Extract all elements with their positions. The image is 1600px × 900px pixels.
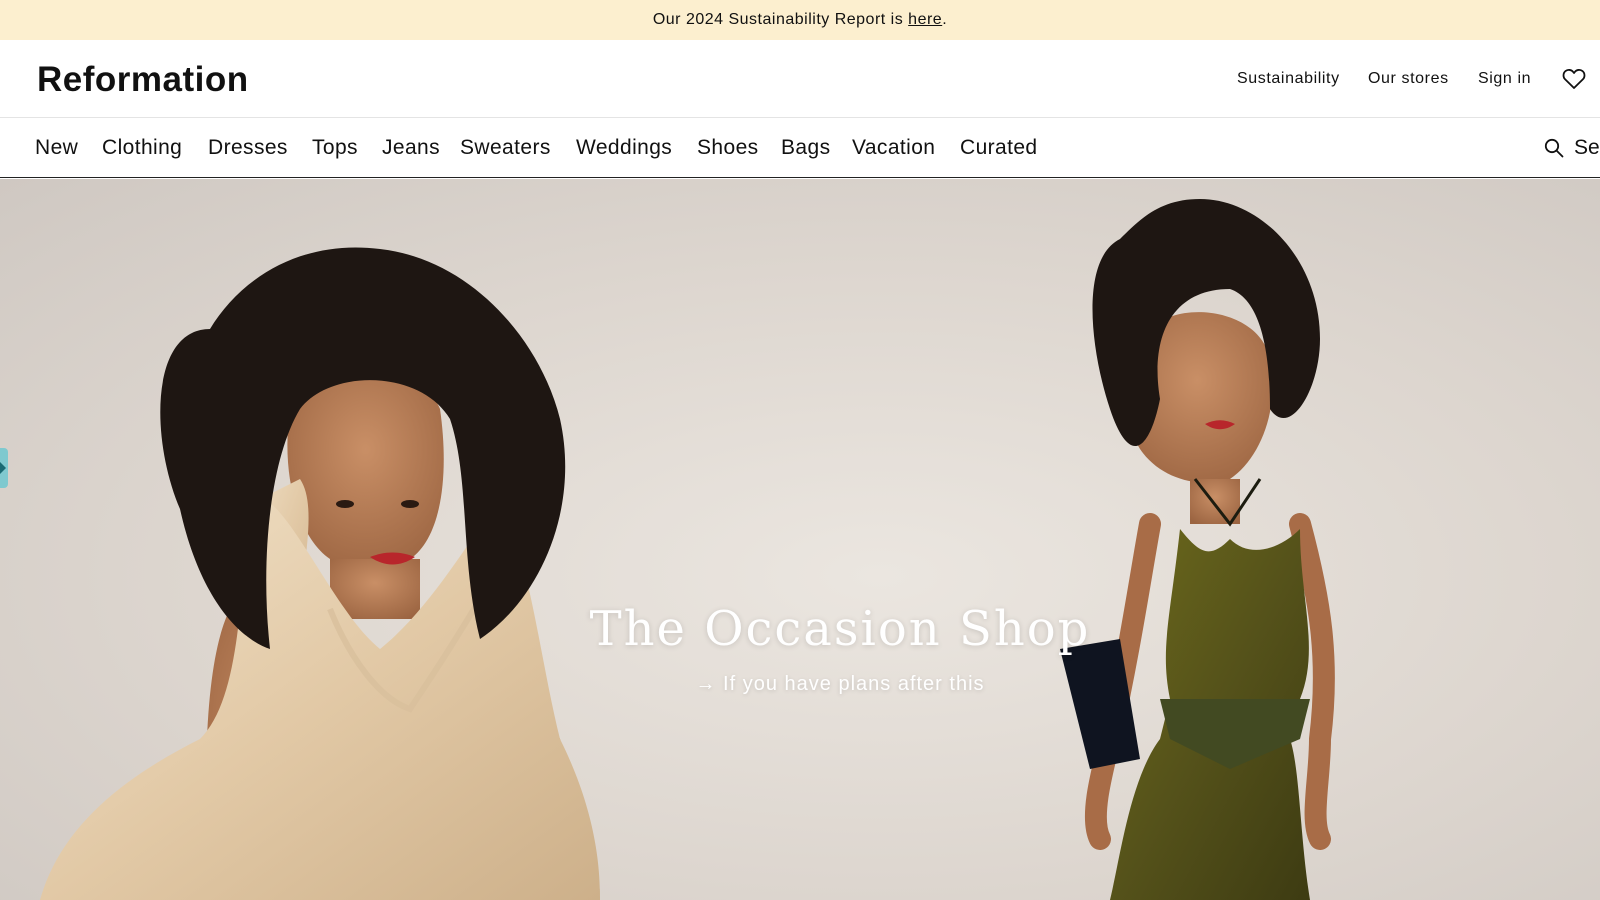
- search-icon: [1544, 138, 1564, 158]
- nav-item-sweaters[interactable]: Sweaters: [460, 118, 551, 178]
- nav-item-bags[interactable]: Bags: [781, 118, 830, 178]
- announcement-bar: Our 2024 Sustainability Report is here .: [0, 0, 1600, 40]
- announcement-suffix: .: [942, 11, 948, 28]
- sign-in-link[interactable]: Sign in: [1478, 40, 1531, 118]
- brand-logo[interactable]: Reformation: [37, 60, 249, 100]
- nav-item-clothing[interactable]: Clothing: [102, 118, 182, 178]
- nav-item-curated[interactable]: Curated: [960, 118, 1038, 178]
- sustainability-link[interactable]: Sustainability: [1237, 40, 1340, 118]
- arrow-right-icon: →: [695, 673, 717, 695]
- nav-item-jeans[interactable]: Jeans: [382, 118, 440, 178]
- announcement-text: Our 2024 Sustainability Report is: [652, 11, 909, 28]
- nav-item-dresses[interactable]: Dresses: [208, 118, 288, 178]
- site-header: Reformation Sustainability Our stores Si…: [0, 40, 1600, 118]
- hero-banner[interactable]: The Occasion Shop → If you have plans af…: [0, 179, 1600, 900]
- nav-item-vacation[interactable]: Vacation: [852, 118, 935, 178]
- main-nav: New Clothing Dresses Tops Jeans Sweaters…: [0, 118, 1600, 178]
- chevron-right-icon: [0, 462, 6, 474]
- heart-icon[interactable]: [1562, 68, 1586, 90]
- side-drawer-tab[interactable]: [0, 448, 8, 488]
- hero-subtitle: If you have plans after this: [723, 673, 985, 695]
- our-stores-link[interactable]: Our stores: [1368, 40, 1449, 118]
- hero-cta-link[interactable]: → If you have plans after this: [0, 673, 1600, 696]
- hero-title: The Occasion Shop: [589, 601, 1091, 657]
- nav-item-shoes[interactable]: Shoes: [697, 118, 759, 178]
- nav-item-weddings[interactable]: Weddings: [576, 118, 672, 178]
- right-model: [1060, 199, 1335, 900]
- nav-item-tops[interactable]: Tops: [312, 118, 358, 178]
- left-model: [40, 247, 600, 900]
- hero-image: [40, 199, 1335, 900]
- sustainability-report-link[interactable]: here: [908, 11, 942, 29]
- search-label: Se: [1574, 136, 1600, 159]
- nav-item-new[interactable]: New: [35, 118, 78, 178]
- search-button[interactable]: Se: [1544, 118, 1600, 178]
